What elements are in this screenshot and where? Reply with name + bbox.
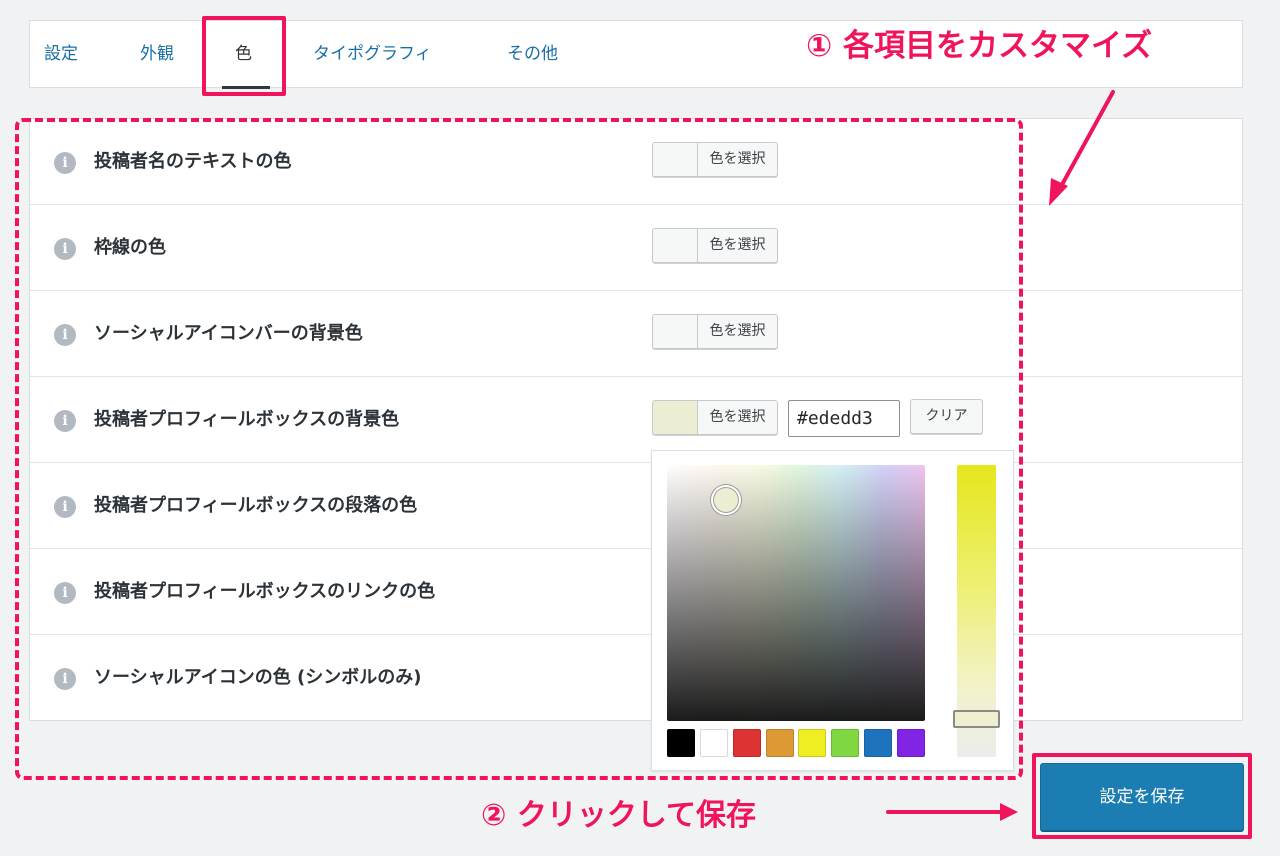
arrow-icon-step2 bbox=[886, 803, 1018, 821]
arrow-icon-step1 bbox=[1049, 90, 1115, 206]
annotation-arrows bbox=[886, 90, 1115, 821]
save-settings-button[interactable]: 設定を保存 bbox=[1040, 763, 1244, 831]
